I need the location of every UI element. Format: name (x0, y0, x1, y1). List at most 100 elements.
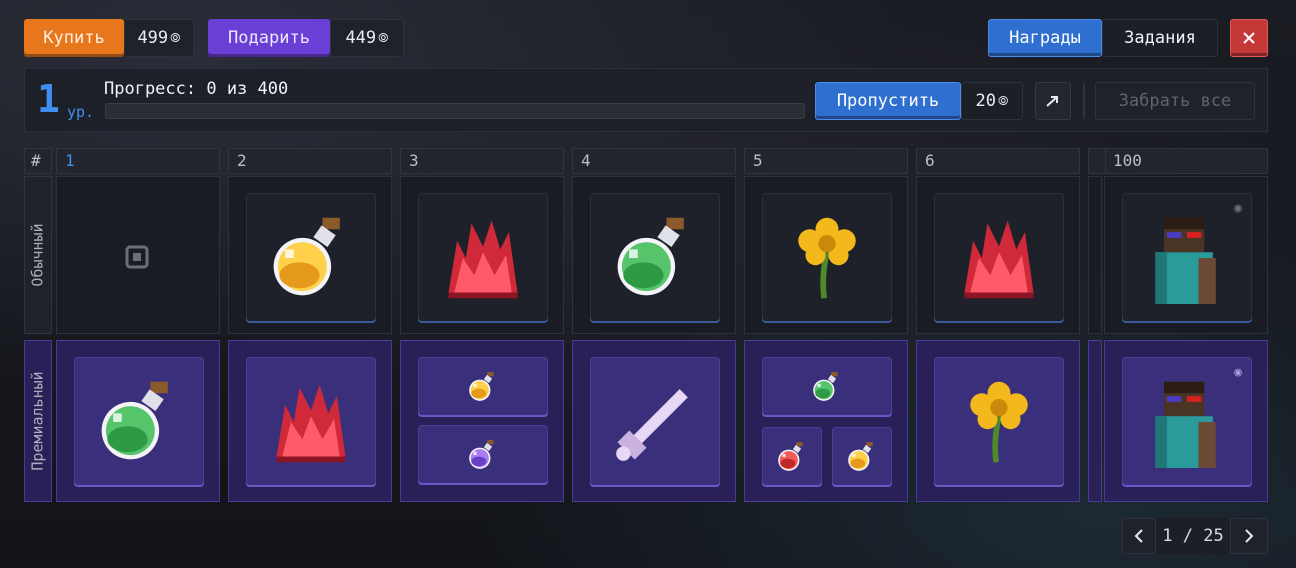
reward-slot[interactable] (590, 193, 720, 323)
page-indicator: 1 / 25 (1156, 518, 1230, 554)
redstone-crystal-icon (265, 376, 357, 468)
progress-bar (105, 103, 805, 119)
reward-cell-partial (1088, 176, 1102, 334)
column-header: 2 (228, 148, 392, 174)
buy-button[interactable]: Купить (24, 19, 124, 57)
share-arrow-icon (1046, 96, 1058, 107)
yellow-flower-icon (781, 212, 873, 304)
tab-rewards-label: Награды (1009, 28, 1081, 48)
reward-slot[interactable] (246, 193, 376, 323)
reward-cell-regular[interactable] (400, 176, 564, 334)
row-label-premium-text: Премиальный (29, 371, 47, 471)
buy-price-value: 499 (137, 28, 169, 48)
reward-slot[interactable] (74, 357, 204, 487)
reward-slot[interactable] (418, 193, 548, 323)
chevron-left-icon (1134, 529, 1143, 543)
prev-page-button[interactable] (1122, 518, 1156, 554)
reward-cell-premium[interactable] (744, 340, 908, 502)
progress-text: Прогресс: 0 из 400 (104, 79, 289, 99)
orange-potion-icon (265, 212, 357, 304)
reward-cell-premium[interactable] (400, 340, 564, 502)
reward-slot[interactable] (762, 427, 822, 487)
row-label-regular-text: Обычный (29, 223, 47, 287)
close-icon (1243, 32, 1255, 44)
row-label-regular: Обычный (24, 176, 52, 334)
reward-slot[interactable] (762, 193, 892, 323)
skip-price: 20 ⦾ (961, 82, 1023, 120)
reward-slot[interactable] (762, 357, 892, 417)
gift-button[interactable]: Подарить (208, 19, 330, 57)
locked-slot-icon (121, 241, 153, 273)
green-potion-icon (93, 376, 185, 468)
reward-cell-premium[interactable] (572, 340, 736, 502)
claim-all-label: Забрать все (1118, 91, 1232, 111)
redstone-crystal-icon (953, 212, 1045, 304)
bone-sword-icon (609, 376, 701, 468)
reward-cell-regular[interactable] (744, 176, 908, 334)
close-button[interactable] (1230, 19, 1268, 57)
buy-price: 499 ⦾ (124, 19, 194, 57)
player-skin-icon (1141, 212, 1233, 304)
coin-icon: ⦾ (378, 30, 389, 46)
gift-label: Подарить (228, 28, 310, 48)
reward-slot[interactable] (934, 357, 1064, 487)
reward-slot[interactable] (590, 357, 720, 487)
progress-panel: 1 ур. Прогресс: 0 из 400 Пропустить 20 ⦾ … (24, 68, 1268, 132)
green-potion-icon (810, 370, 844, 404)
column-header: 5 (744, 148, 908, 174)
reward-cell-premium[interactable]: ◉ (1104, 340, 1268, 502)
share-button[interactable] (1035, 82, 1071, 120)
reward-cell-premium[interactable] (916, 340, 1080, 502)
hash-header: # (24, 148, 52, 174)
reward-cell-partial (1088, 340, 1102, 502)
column-header: 1 (56, 148, 220, 174)
column-header: 3 (400, 148, 564, 174)
reward-slot[interactable] (832, 427, 892, 487)
reward-cell-regular[interactable] (572, 176, 736, 334)
reward-slot[interactable]: ◉ (1122, 193, 1252, 323)
level-number: 1 (37, 77, 60, 121)
reward-slot[interactable] (246, 357, 376, 487)
claim-all-button[interactable]: Забрать все (1095, 82, 1255, 120)
coin-icon: ⦾ (998, 93, 1009, 109)
red-potion-icon (775, 440, 809, 474)
reward-cell-premium[interactable] (56, 340, 220, 502)
column-header: 4 (572, 148, 736, 174)
reward-cell-regular[interactable] (56, 176, 220, 334)
column-header-partial (1088, 148, 1106, 174)
column-header: 6 (916, 148, 1080, 174)
reward-cell-regular[interactable]: ◉ (1104, 176, 1268, 334)
reward-slot[interactable] (418, 425, 548, 485)
gift-price-value: 449 (345, 28, 377, 48)
chevron-right-icon (1245, 529, 1254, 543)
reward-cell-regular[interactable] (228, 176, 392, 334)
coin-icon: ⦾ (170, 30, 181, 46)
redstone-crystal-icon (437, 212, 529, 304)
next-page-button[interactable] (1230, 518, 1268, 554)
skip-button[interactable]: Пропустить (815, 82, 961, 120)
yellow-flower-icon (953, 376, 1045, 468)
tab-tasks-label: Задания (1124, 28, 1196, 48)
level-unit: ур. (67, 103, 95, 121)
green-potion-icon (609, 212, 701, 304)
divider (1083, 83, 1085, 119)
purple-potion-icon (466, 438, 500, 472)
skip-label: Пропустить (836, 91, 940, 111)
tab-tasks[interactable]: Задания (1102, 19, 1218, 57)
buy-label: Купить (43, 28, 105, 48)
player-skin-icon (1141, 376, 1233, 468)
eye-icon: ◉ (1234, 201, 1242, 216)
reward-cell-premium[interactable] (228, 340, 392, 502)
gift-price: 449 ⦾ (330, 19, 404, 57)
eye-icon: ◉ (1234, 365, 1242, 380)
skip-price-value: 20 (975, 91, 997, 111)
reward-cell-regular[interactable] (916, 176, 1080, 334)
reward-slot[interactable]: ◉ (1122, 357, 1252, 487)
reward-slot[interactable] (418, 357, 548, 417)
row-label-premium: Премиальный (24, 340, 52, 502)
reward-slot[interactable] (934, 193, 1064, 323)
tab-rewards[interactable]: Награды (988, 19, 1102, 57)
orange-potion-icon (466, 370, 500, 404)
column-header: 100 (1104, 148, 1268, 174)
orange-potion-icon (845, 440, 879, 474)
